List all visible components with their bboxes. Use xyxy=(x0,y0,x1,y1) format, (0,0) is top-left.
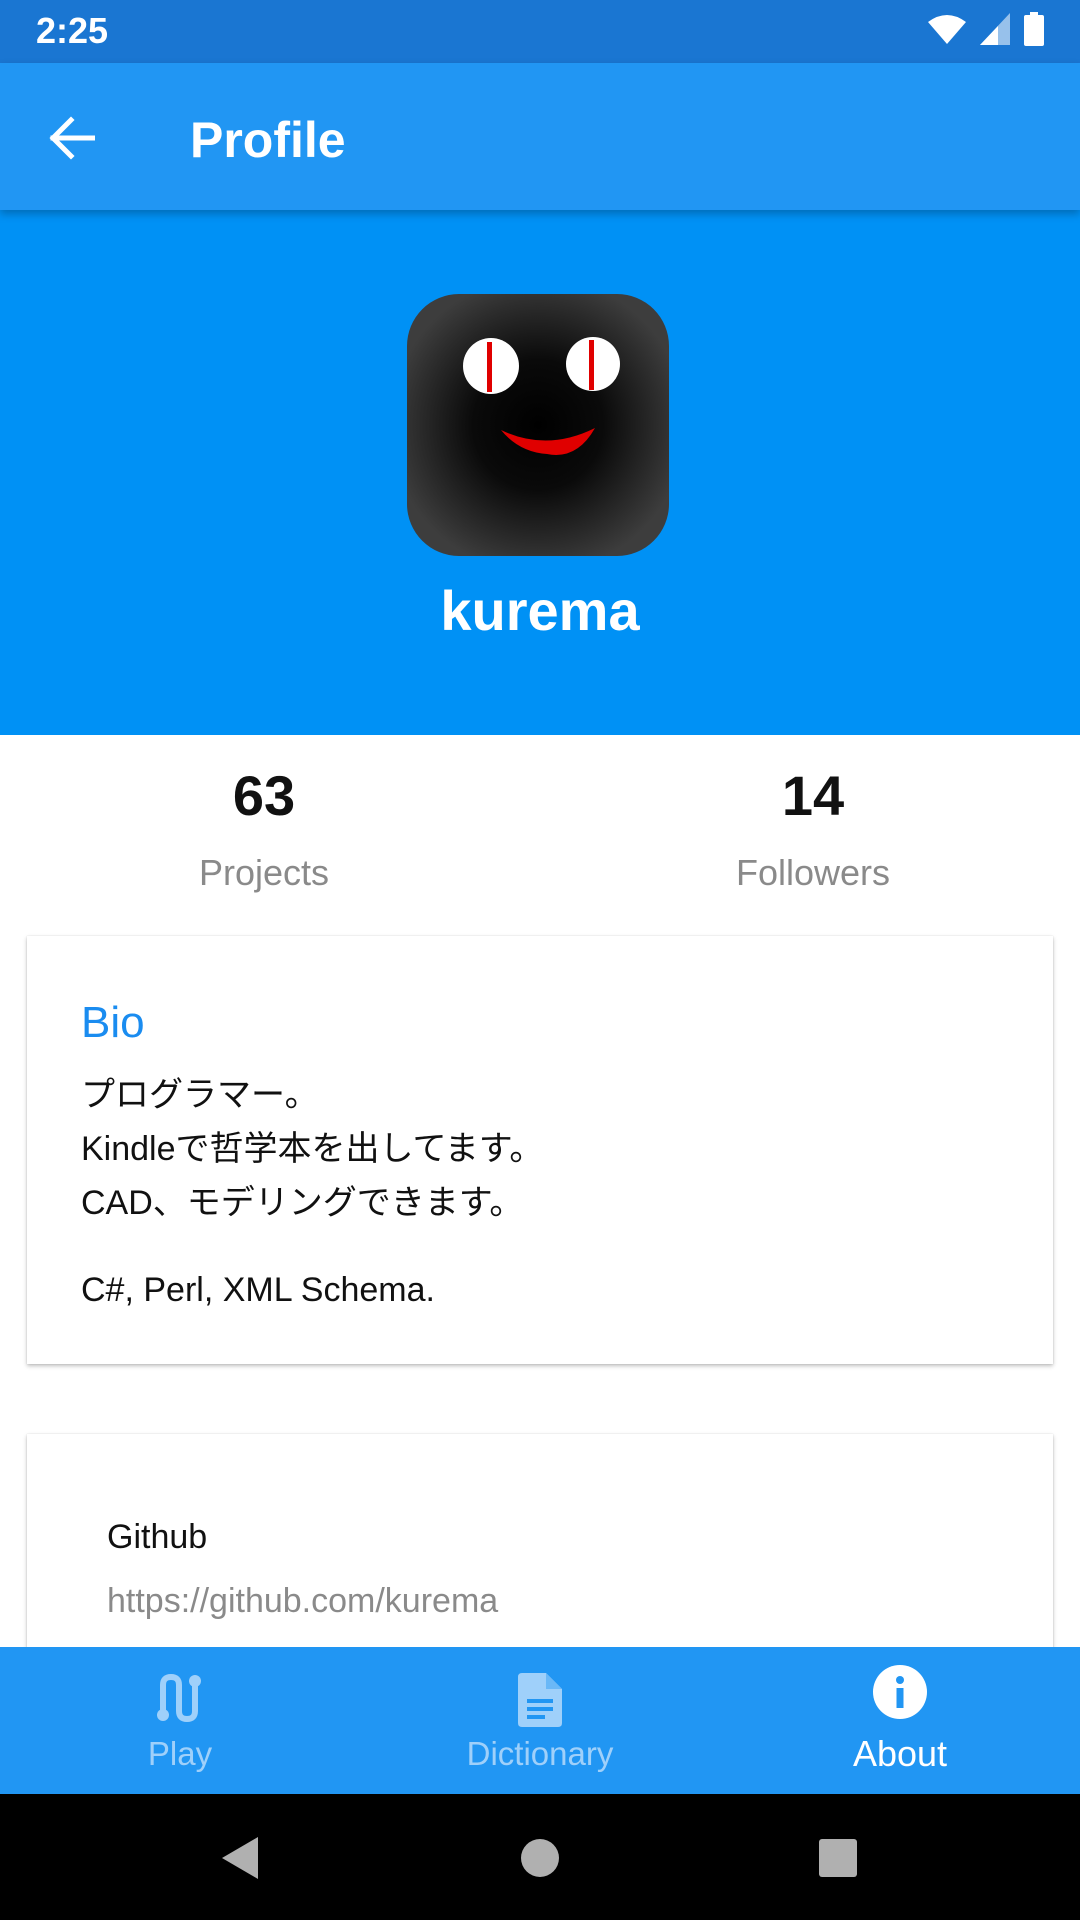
bio-languages: C#, Perl, XML Schema. xyxy=(81,1271,435,1309)
system-home-button[interactable] xyxy=(510,1828,570,1888)
bottom-nav: Play Dictionary About xyxy=(0,1647,1080,1794)
status-bar: 2:25 xyxy=(0,0,1080,63)
app-bar: Profile xyxy=(0,63,1080,210)
back-button[interactable] xyxy=(36,103,106,173)
battery-icon xyxy=(1024,12,1044,46)
system-recents-button[interactable] xyxy=(808,1828,868,1888)
link-url[interactable]: https://github.com/kurema xyxy=(107,1582,498,1621)
stat-projects[interactable]: 63 Projects xyxy=(114,763,414,894)
play-icon xyxy=(157,1673,201,1723)
bio-line: プログラマー。 xyxy=(81,1076,319,1114)
username: kurema xyxy=(440,579,640,642)
system-back-button[interactable] xyxy=(210,1828,270,1888)
tab-about[interactable]: About xyxy=(720,1647,1080,1794)
tab-label: Dictionary xyxy=(466,1735,614,1772)
profile-header: kurema xyxy=(0,210,1080,735)
profile-stats: 63 Projects 14 Followers xyxy=(0,735,1080,935)
info-icon xyxy=(873,1665,927,1719)
followers-label: Followers xyxy=(735,852,891,893)
tab-play[interactable]: Play xyxy=(0,1647,360,1794)
status-icons xyxy=(928,12,1044,46)
tab-label: About xyxy=(852,1733,948,1774)
tab-dictionary[interactable]: Dictionary xyxy=(360,1647,720,1794)
bio-title: Bio xyxy=(81,998,145,1047)
system-nav-bar xyxy=(0,1794,1080,1920)
wifi-icon xyxy=(928,15,966,44)
status-time: 2:25 xyxy=(36,10,109,51)
bio-line: Kindleで哲学本を出してます。 xyxy=(81,1130,544,1168)
link-label: Github xyxy=(107,1518,208,1556)
document-icon xyxy=(518,1673,562,1727)
arrow-back-icon xyxy=(49,116,95,160)
projects-label: Projects xyxy=(198,852,330,893)
stat-followers[interactable]: 14 Followers xyxy=(663,763,963,894)
projects-count: 63 xyxy=(232,764,296,827)
page-title: Profile xyxy=(190,112,346,168)
followers-count: 14 xyxy=(781,764,845,827)
tab-label: Play xyxy=(147,1735,213,1772)
signal-icon xyxy=(980,13,1010,45)
circle-home-icon xyxy=(521,1839,559,1877)
avatar xyxy=(407,294,669,556)
bio-text: プログラマー。 Kindleで哲学本を出してます。 CAD、モデリングできます。 xyxy=(81,1068,543,1230)
square-recents-icon xyxy=(819,1839,857,1877)
avatar-face xyxy=(463,337,620,455)
triangle-back-icon xyxy=(222,1837,258,1879)
bio-line: CAD、モデリングできます。 xyxy=(81,1184,524,1222)
bio-card: Bio プログラマー。 Kindleで哲学本を出してます。 CAD、モデリングで… xyxy=(27,936,1053,1364)
